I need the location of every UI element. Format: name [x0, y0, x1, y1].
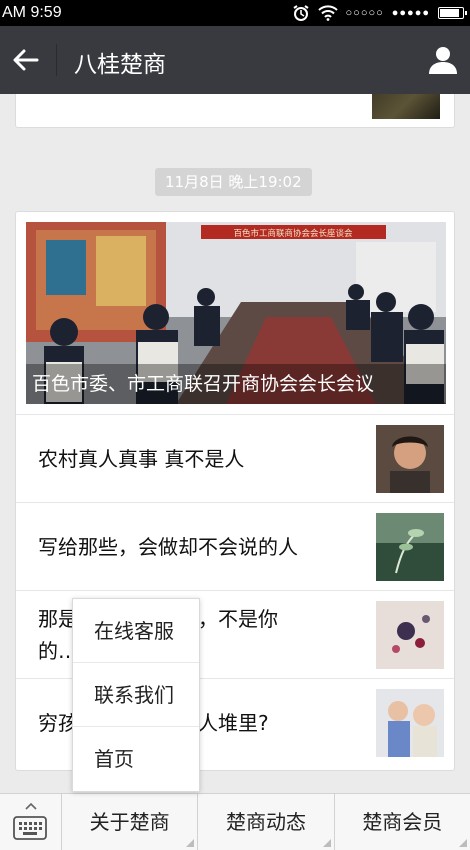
article-thumbnail-plant	[376, 513, 444, 581]
previous-article-thumbnail	[372, 94, 440, 119]
page-title: 八桂楚商	[74, 52, 166, 78]
nav-bar: 八桂楚商	[0, 26, 470, 94]
message-timestamp: 11月8日 晚上19:02	[155, 168, 312, 196]
menu-item-home[interactable]: 首页	[73, 727, 199, 791]
bottom-menu: 关于楚商 楚商动态 楚商会员	[0, 793, 470, 850]
message-feed[interactable]: 11月8日 晚上19:02 百色市工商联商协会会长座谈会 百色市委、市工商联召开…	[0, 94, 470, 793]
menu-item-online-service[interactable]: 在线客服	[73, 599, 199, 663]
submenu-popup: 在线客服 联系我们 首页	[72, 598, 200, 792]
tab-label: 关于楚商	[89, 810, 170, 834]
article-thumbnail-children	[376, 689, 444, 757]
status-bar: AM 9:59 ○○○○○ ●●●●●	[0, 0, 470, 26]
keyboard-icon	[13, 816, 47, 840]
article-thumbnail-woman	[376, 425, 444, 493]
article-title: 写给那些，会做却不会说的人	[38, 534, 298, 559]
article-list-item[interactable]: 写给那些，会做却不会说的人	[16, 502, 454, 590]
tab-news[interactable]: 楚商动态	[198, 794, 335, 850]
banner-text: 百色市工商联商协会会长座谈会	[233, 228, 353, 239]
nav-divider	[56, 44, 57, 76]
signal-dots: ○○○○○	[345, 7, 384, 19]
previous-article-card[interactable]	[15, 94, 455, 128]
arrow-left-icon	[13, 49, 39, 71]
tab-about[interactable]: 关于楚商	[62, 794, 199, 850]
submenu-indicator-icon	[322, 839, 331, 847]
wifi-icon	[317, 5, 338, 21]
status-time: AM 9:59	[2, 4, 62, 21]
article-list-item[interactable]: 农村真人真事 真不是人	[16, 414, 454, 502]
alarm-icon	[292, 5, 309, 21]
carrier-dots: ●●●●●	[391, 7, 430, 19]
back-button[interactable]	[10, 42, 42, 78]
tab-members[interactable]: 楚商会员	[335, 794, 470, 850]
chevron-up-icon	[25, 802, 37, 810]
article-title: 农村真人真事 真不是人	[38, 446, 245, 471]
profile-button[interactable]	[426, 42, 460, 78]
cover-title: 百色市委、市工商联召开商协会会长会议	[26, 364, 446, 404]
cover-article[interactable]: 百色市工商联商协会会长座谈会 百色市委、市工商联召开商协会会长会议	[26, 222, 446, 404]
submenu-indicator-icon	[458, 839, 467, 847]
tab-label: 楚商动态	[225, 810, 306, 834]
article-thumbnail-flowers	[376, 601, 444, 669]
keyboard-toggle-button[interactable]	[0, 794, 62, 850]
battery-icon	[438, 7, 467, 19]
menu-item-contact-us[interactable]: 联系我们	[73, 663, 199, 727]
user-icon	[429, 47, 457, 74]
tab-label: 楚商会员	[362, 810, 443, 834]
submenu-indicator-icon	[186, 839, 195, 847]
